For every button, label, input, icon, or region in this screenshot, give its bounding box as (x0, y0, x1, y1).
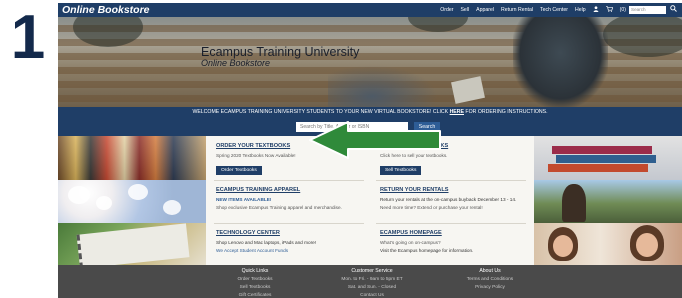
footer-heading: Quick Links (241, 268, 269, 274)
order-textbooks-button[interactable]: Order Textbooks (216, 166, 262, 175)
hero-decor (603, 17, 682, 57)
rentals-buyback-text: Return your rentals at the on-campus buy… (380, 197, 517, 202)
hero-student-figure (513, 17, 608, 107)
technology-funds-link[interactable]: We Accept Student Account Funds (216, 248, 368, 253)
apparel-title[interactable]: ECAMPUS TRAINING APPAREL (216, 187, 368, 193)
technology-title[interactable]: TECHNOLOGY CENTER (216, 230, 368, 236)
rentals-extend-text: Need more time? Extend or purchase your … (380, 205, 483, 210)
nav-link-return-rental[interactable]: Return Rental (501, 7, 533, 13)
homepage-text: What's going on on-campus? (380, 240, 441, 245)
announcement-here-link[interactable]: HERE (450, 109, 464, 115)
footer-customer-service: Customer Service Mon. to Fri. - 9am to 5… (312, 268, 432, 298)
sell-textbooks-button[interactable]: Sell Textbooks (380, 166, 422, 175)
footer-link[interactable]: Gift Certificates (195, 293, 315, 298)
homepage-block: ECAMPUS HOMEPAGE What's going on on-camp… (380, 230, 532, 253)
bookstore-screenshot: Online Bookstore Order Sell Apparel Retu… (58, 3, 682, 298)
nav-search-input[interactable]: Search (629, 6, 666, 14)
rentals-title[interactable]: RETURN YOUR RENTALS (380, 187, 532, 193)
notebook-photo (58, 223, 206, 265)
top-nav: Online Bookstore Order Sell Apparel Retu… (58, 3, 682, 17)
hero-title: Ecampus Training University (201, 45, 360, 59)
site-logo[interactable]: Online Bookstore (58, 4, 150, 16)
book-stack-photo (534, 136, 682, 180)
footer-link[interactable]: Sell Textbooks (195, 285, 315, 290)
blossom-photo (58, 180, 206, 223)
homepage-visit-text: Visit the Ecampus homepage for informati… (380, 248, 474, 253)
announcement-text-end: FOR ORDERING INSTRUCTIONS. (463, 109, 548, 115)
apparel-block: ECAMPUS TRAINING APPAREL NEW ITEMS AVAIL… (216, 187, 368, 210)
nav-link-help[interactable]: Help (575, 7, 586, 13)
search-icon[interactable] (669, 5, 678, 15)
footer-link[interactable]: Order Textbooks (195, 277, 315, 282)
site-footer: Quick Links Order Textbooks Sell Textboo… (58, 265, 682, 298)
books-photo (58, 136, 206, 180)
kids-reading-photo (534, 223, 682, 265)
hero-subtitle: Online Bookstore (201, 58, 271, 68)
footer-link[interactable]: Privacy Policy (430, 285, 550, 290)
footer-text: Mon. to Fri. - 9am to 5pm ET (341, 277, 403, 282)
cart-count[interactable]: (0) (620, 7, 626, 13)
apparel-new-items[interactable]: NEW ITEMS AVAILABLE! (216, 197, 368, 202)
divider (214, 223, 364, 224)
nav-link-tech-center[interactable]: Tech Center (540, 7, 568, 13)
footer-link[interactable]: Contact Us (312, 293, 432, 298)
divider (214, 180, 364, 181)
homepage-title[interactable]: ECAMPUS HOMEPAGE (380, 230, 532, 236)
apparel-text: Shop exclusive Ecampus Training apparel … (216, 205, 342, 210)
nav-link-apparel[interactable]: Apparel (476, 7, 494, 13)
arrow-left-icon (309, 121, 441, 159)
technology-text: Shop Lenovo and Mac laptops, iPads and m… (216, 240, 317, 245)
cart-icon[interactable] (605, 6, 613, 14)
divider (376, 180, 526, 181)
technology-block: TECHNOLOGY CENTER Shop Lenovo and Mac la… (216, 230, 368, 253)
divider (376, 223, 526, 224)
footer-link[interactable]: Terms and Conditions (430, 277, 550, 282)
footer-heading: About Us (479, 268, 501, 274)
announcement-bar: WELCOME ECAMPUS TRAINING UNIVERSITY STUD… (58, 107, 682, 118)
step-number: 1 (10, 3, 46, 72)
nav-link-order[interactable]: Order (440, 7, 453, 13)
rentals-block: RETURN YOUR RENTALS Return your rentals … (380, 187, 532, 210)
footer-text: Sat. and Sun. - Closed (347, 285, 397, 290)
announcement-text: WELCOME ECAMPUS TRAINING UNIVERSITY STUD… (192, 109, 450, 115)
footer-quick-links: Quick Links Order Textbooks Sell Textboo… (195, 268, 315, 298)
footer-about-us: About Us Terms and Conditions Privacy Po… (430, 268, 550, 290)
hero-banner: Ecampus Training University Online Books… (58, 17, 682, 107)
nav-link-sell[interactable]: Sell (460, 7, 469, 13)
tutorial-page: 1 Online Bookstore Order Sell Apparel Re… (0, 0, 682, 298)
hero-student-figure (328, 65, 438, 107)
student-photo (534, 180, 682, 223)
footer-heading: Customer Service (351, 268, 393, 274)
nav-links: Order Sell Apparel Return Rental Tech Ce… (440, 3, 626, 17)
user-icon[interactable] (593, 6, 599, 14)
